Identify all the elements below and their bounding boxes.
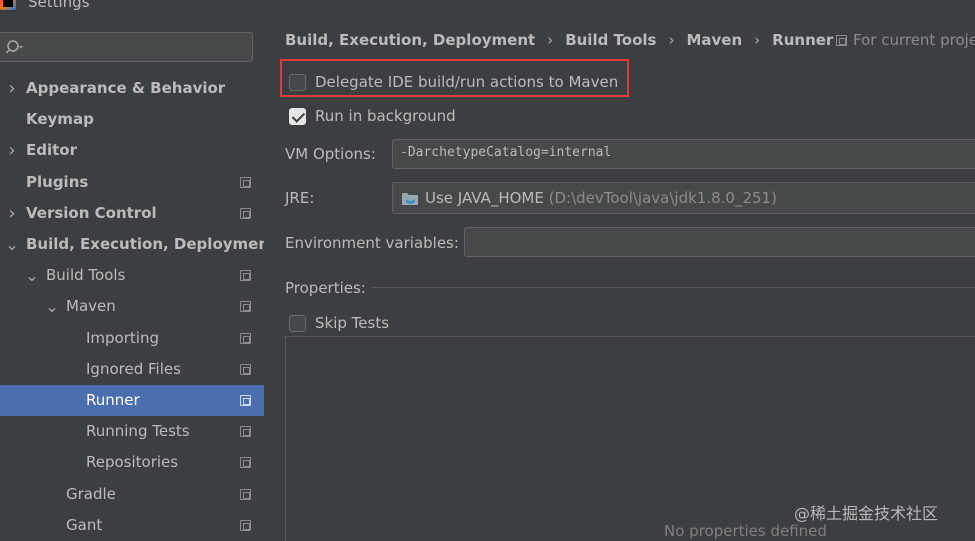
- project-scope-icon: [240, 301, 251, 313]
- window-title: Settings: [28, 0, 90, 11]
- run-in-background-label: Run in background: [315, 107, 456, 125]
- project-scope-icon: [240, 457, 251, 469]
- sidebar-item-label: Gant: [66, 515, 103, 534]
- chevron-right-icon: ›: [668, 31, 675, 49]
- properties-section: Properties:: [285, 276, 975, 300]
- sidebar-item-runner[interactable]: Runner: [0, 385, 264, 416]
- runner-settings-panel: Build, Execution, Deployment › Build Too…: [264, 14, 975, 541]
- project-scope-icon: [240, 332, 251, 344]
- sidebar-item-label: Running Tests: [86, 422, 190, 441]
- project-scope-icon: [836, 34, 847, 46]
- sidebar-item-gradle[interactable]: Gradle: [0, 479, 264, 510]
- sidebar-item-plugins[interactable]: Plugins: [0, 167, 264, 198]
- sidebar-item-label: Plugins: [26, 172, 89, 191]
- sidebar-item-importing[interactable]: Importing: [0, 323, 264, 354]
- sidebar-item-label: Version Control: [26, 203, 157, 222]
- sidebar-item-appearance-behavior[interactable]: › Appearance & Behavior: [0, 73, 264, 104]
- for-project-label: For current proje: [853, 31, 975, 49]
- chevron-right-icon[interactable]: ›: [6, 198, 18, 229]
- chevron-down-icon[interactable]: ⌄: [25, 260, 38, 291]
- vm-options-value: -DarchetypeCatalog=internal: [400, 145, 612, 160]
- env-variables-field[interactable]: [464, 227, 975, 257]
- jre-path: (D:\devTool\java\jdk1.8.0_251): [548, 189, 777, 207]
- chevron-right-icon: ›: [754, 31, 761, 49]
- delegate-checkbox[interactable]: [289, 73, 306, 91]
- jre-value-text: Use JAVA_HOME (D:\devTool\java\jdk1.8.0_…: [425, 189, 777, 207]
- run-in-background-row[interactable]: Run in background: [289, 104, 456, 128]
- project-scope-icon: [240, 176, 251, 188]
- delegate-option-row[interactable]: Delegate IDE build/run actions to Maven: [289, 70, 618, 94]
- skip-tests-checkbox[interactable]: [289, 314, 306, 332]
- chevron-down-icon[interactable]: ⌄: [45, 291, 58, 322]
- chevron-down-icon[interactable]: ⌄: [5, 229, 18, 260]
- sidebar-item-label: Editor: [26, 141, 77, 160]
- project-scope-icon: [240, 363, 251, 375]
- properties-label: Properties:: [285, 279, 366, 297]
- intellij-app-icon: [0, 0, 16, 10]
- project-scope-icon: [240, 270, 251, 282]
- project-scope-icon: [240, 488, 251, 500]
- search-icon: [6, 40, 23, 54]
- skip-tests-row[interactable]: Skip Tests: [289, 311, 389, 335]
- sidebar-item-keymap[interactable]: Keymap: [0, 104, 264, 135]
- settings-sidebar: › Appearance & Behavior Keymap › Editor Plugi…: [0, 14, 276, 541]
- properties-divider: [371, 287, 975, 288]
- project-scope-icon: [240, 426, 251, 438]
- sidebar-item-editor[interactable]: › Editor: [0, 135, 264, 166]
- sidebar-item-label: Maven: [66, 297, 116, 316]
- chevron-right-icon[interactable]: ›: [6, 135, 18, 166]
- skip-tests-label: Skip Tests: [315, 314, 390, 332]
- env-variables-label: Environment variables:: [285, 234, 459, 252]
- java-folder-icon: [402, 193, 418, 205]
- breadcrumb-item: Build Tools: [565, 31, 657, 49]
- no-properties-text: No properties defined: [664, 522, 827, 540]
- sidebar-item-build-execution-deployment[interactable]: ⌄ Build, Execution, Deployment: [0, 229, 276, 260]
- sidebar-item-label: Runner: [86, 391, 140, 409]
- jre-label: JRE:: [285, 189, 315, 207]
- search-input[interactable]: [0, 32, 253, 62]
- sidebar-item-label: Appearance & Behavior: [26, 79, 226, 97]
- sidebar-item-label: Build Tools: [46, 266, 126, 285]
- jre-select[interactable]: Use JAVA_HOME (D:\devTool\java\jdk1.8.0_…: [392, 182, 975, 214]
- project-scope-icon: [240, 207, 251, 219]
- sidebar-item-maven[interactable]: ⌄ Maven: [0, 291, 264, 322]
- breadcrumb: Build, Execution, Deployment › Build Too…: [285, 29, 833, 51]
- sidebar-item-label: Importing: [86, 328, 159, 347]
- for-current-project-note: For current proje: [836, 29, 975, 51]
- sidebar-item-label: Ignored Files: [86, 359, 181, 378]
- jre-value: Use JAVA_HOME: [425, 189, 544, 207]
- vm-options-label: VM Options:: [285, 145, 376, 163]
- watermark: @稀土掘金技术社区: [794, 504, 939, 523]
- sidebar-item-ignored-files[interactable]: Ignored Files: [0, 354, 264, 385]
- vm-options-field[interactable]: -DarchetypeCatalog=internal: [392, 139, 975, 169]
- breadcrumb-item: Build, Execution, Deployment: [285, 31, 536, 49]
- breadcrumb-item: Maven: [686, 31, 743, 49]
- delegate-label: Delegate IDE build/run actions to Maven: [315, 73, 619, 91]
- sidebar-item-label: Build, Execution, Deployment: [26, 235, 277, 253]
- project-scope-icon: [240, 395, 251, 406]
- sidebar-item-repositories[interactable]: Repositories: [0, 447, 264, 478]
- breadcrumb-item: Runner: [772, 31, 834, 49]
- sidebar-item-version-control[interactable]: › Version Control: [0, 198, 264, 229]
- sidebar-item-label: Repositories: [86, 453, 179, 472]
- sidebar-item-label: Keymap: [26, 110, 94, 129]
- sidebar-item-gant[interactable]: Gant: [0, 510, 264, 541]
- sidebar-item-label: Gradle: [66, 484, 116, 503]
- chevron-right-icon: ›: [547, 31, 554, 49]
- project-scope-icon: [240, 519, 251, 531]
- sidebar-item-build-tools[interactable]: ⌄ Build Tools: [0, 260, 264, 291]
- sidebar-item-running-tests[interactable]: Running Tests: [0, 416, 264, 447]
- chevron-right-icon[interactable]: ›: [6, 73, 18, 104]
- title-bar: Settings: [0, 0, 975, 14]
- run-in-background-checkbox[interactable]: [289, 107, 306, 125]
